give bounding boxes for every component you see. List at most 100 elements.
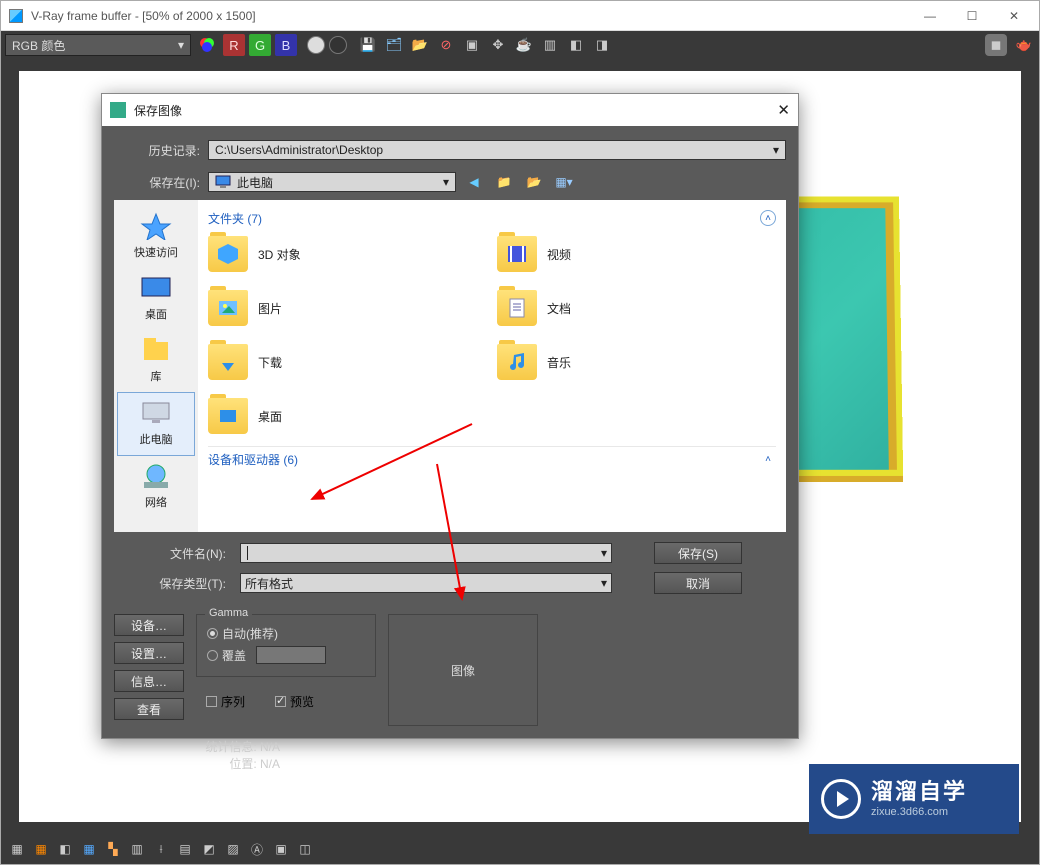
sb-icon-4[interactable]: ▦ [79,839,99,859]
blue-channel-button[interactable]: B [275,34,297,56]
sb-icon-7[interactable]: ⟊ [151,839,171,859]
compare-icon[interactable]: ◨ [591,34,613,56]
minimize-button[interactable]: — [923,9,937,23]
sb-icon-12[interactable]: ▣ [271,839,291,859]
folder-pictures[interactable]: 图片 [208,288,487,328]
folder-icon [208,398,248,434]
gamma-legend: Gamma [205,607,252,619]
folder-downloads[interactable]: 下载 [208,342,487,382]
sb-icon-2[interactable]: ▦ [31,839,51,859]
save-button[interactable]: 保存(S) [654,542,742,564]
folder-documents[interactable]: 文档 [497,288,776,328]
sb-icon-10[interactable]: ▨ [223,839,243,859]
folder-videos[interactable]: 视频 [497,234,776,274]
collapse-up-icon[interactable]: ˄ [760,210,776,226]
chevron-down-icon: ▾ [443,175,449,189]
collapse-up-icon[interactable]: ˄ [760,452,776,468]
place-network[interactable]: 网络 [117,456,195,518]
this-pc-icon [140,399,172,427]
folder-icon [208,236,248,272]
save-all-icon[interactable]: 🗂 [383,34,405,56]
sb-icon-1[interactable]: ▦ [7,839,27,859]
new-folder-icon[interactable]: 📂 [524,172,544,192]
watermark: 溜溜自学 zixue.3d66.com [809,764,1019,834]
info-button[interactable]: 信息… [114,670,184,692]
places-bar: 快速访问 桌面 库 此电脑 [114,200,198,532]
chevron-down-icon: ▾ [601,576,607,590]
watermark-url: zixue.3d66.com [871,806,967,819]
dialog-titlebar[interactable]: 保存图像 ✕ [102,94,798,126]
folder-icon [497,344,537,380]
window-title: V-Ray frame buffer - [50% of 2000 x 1500… [31,9,923,23]
filetype-dropdown[interactable]: 所有格式 ▾ [240,573,612,593]
close-icon[interactable]: ✕ [777,101,790,119]
save-in-dropdown[interactable]: 此电脑 ▾ [208,172,456,192]
folder-3d-objects[interactable]: 3D 对象 [208,234,487,274]
image-preview: 图像 [388,614,538,726]
view-menu-icon[interactable]: ▦▾ [554,172,574,192]
window-titlebar[interactable]: V-Ray frame buffer - [50% of 2000 x 1500… [1,1,1039,31]
mono-white-toggle[interactable] [307,36,325,54]
clear-icon[interactable]: ⊘ [435,34,457,56]
this-pc-icon [215,175,231,189]
up-folder-icon[interactable]: 📁 [494,172,514,192]
preview-checkbox[interactable]: 预览 [275,693,314,710]
sb-icon-5[interactable]: ▚ [103,839,123,859]
sb-icon-13[interactable]: ◫ [295,839,315,859]
place-libraries[interactable]: 库 [117,330,195,392]
channel-dropdown[interactable]: RGB 颜色 ▾ [5,34,191,56]
play-icon [821,779,861,819]
folder-music[interactable]: 音乐 [497,342,776,382]
filetype-label: 保存类型(T): [140,575,226,592]
vray-toolbar: RGB 颜色 ▾ R G B 💾 🗂 📂 ⊘ ▣ ✥ ☕ ▥ ◧ ◨ ◼ 🫖 [1,31,1039,59]
mono-dark-toggle[interactable] [329,36,347,54]
device-button[interactable]: 设备… [114,614,184,636]
color-correct-icon[interactable]: ◧ [565,34,587,56]
chevron-down-icon: ▾ [178,38,184,52]
filename-label: 文件名(N): [140,545,226,562]
status-bar: ▦ ▦ ◧ ▦ ▚ ▥ ⟊ ▤ ◩ ▨ Ⓐ ▣ ◫ [1,834,1039,864]
settings-button[interactable]: 设置… [114,642,184,664]
rgb-toggle-icon[interactable] [195,33,219,57]
green-channel-button[interactable]: G [249,34,271,56]
folder-icon [208,344,248,380]
back-icon[interactable]: ◀ [464,172,484,192]
history-dropdown[interactable]: C:\Users\Administrator\Desktop ▾ [208,140,786,160]
pixel-info-icon[interactable]: ▥ [539,34,561,56]
sb-icon-3[interactable]: ◧ [55,839,75,859]
folders-section-header[interactable]: 文件夹 (7) ˄ [208,208,776,228]
gamma-override-radio[interactable]: 覆盖 [207,646,365,664]
sb-icon-6[interactable]: ▥ [127,839,147,859]
watermark-title: 溜溜自学 [871,779,967,805]
close-button[interactable]: ✕ [1007,9,1021,23]
file-browser[interactable]: 文件夹 (7) ˄ 3D 对象 视频 [198,200,786,532]
filename-input[interactable]: ▾ [240,543,612,563]
red-channel-button[interactable]: R [223,34,245,56]
cancel-button[interactable]: 取消 [654,572,742,594]
track-mouse-icon[interactable]: ✥ [487,34,509,56]
devices-section-header[interactable]: 设备和驱动器 (6) ˄ [208,446,776,466]
maximize-button[interactable]: ☐ [965,9,979,23]
view-button[interactable]: 查看 [114,698,184,720]
save-in-label: 保存在(I): [114,174,200,191]
stop-render-icon[interactable]: ◼ [985,34,1007,56]
region-render-icon[interactable]: ▣ [461,34,483,56]
sb-icon-8[interactable]: ▤ [175,839,195,859]
place-this-pc[interactable]: 此电脑 [117,392,195,456]
place-quick-access[interactable]: 快速访问 [117,206,195,268]
sb-icon-9[interactable]: ◩ [199,839,219,859]
sequence-checkbox[interactable]: 序列 [206,693,245,710]
save-icon[interactable]: 💾 [357,34,379,56]
folder-desktop[interactable]: 桌面 [208,396,487,436]
sb-icon-11[interactable]: Ⓐ [247,839,267,859]
dialog-app-icon [110,102,126,118]
history-label: 历史记录: [114,142,200,159]
gamma-group: Gamma 自动(推荐) 覆盖 [196,614,376,677]
teapot-render-icon[interactable]: 🫖 [1013,34,1035,56]
gamma-override-input[interactable] [256,646,326,664]
place-desktop[interactable]: 桌面 [117,268,195,330]
dialog-stats: 统计信息: N/A 位置: N/A [102,734,292,782]
open-folder-icon[interactable]: 📂 [409,34,431,56]
link-pdplayer-icon[interactable]: ☕ [513,34,535,56]
gamma-auto-radio[interactable]: 自动(推荐) [207,625,365,642]
